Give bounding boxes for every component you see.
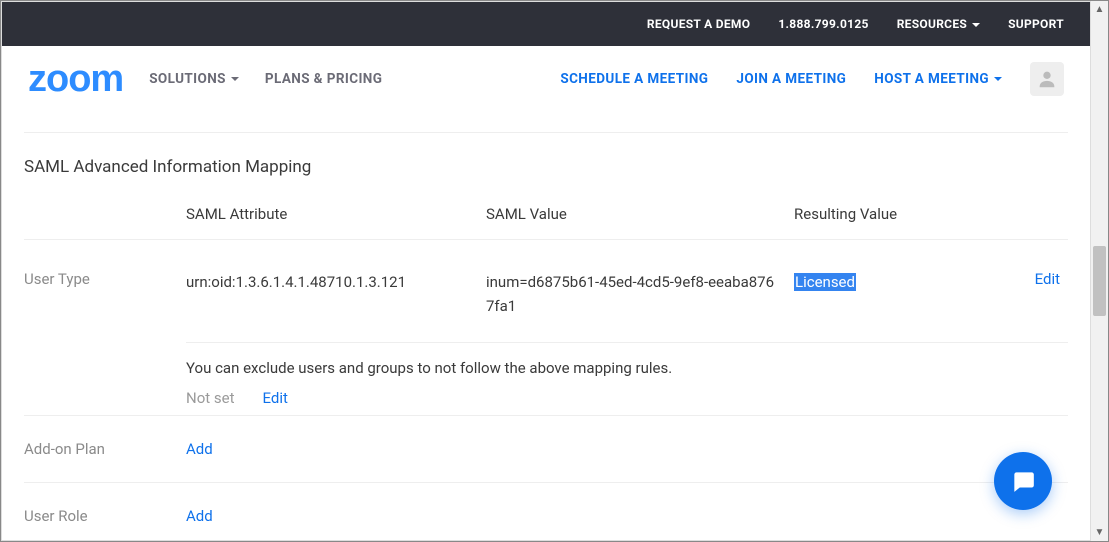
- resources-label: RESOURCES: [897, 17, 967, 31]
- saml-attribute-value: urn:oid:1.3.6.1.4.1.48710.1.3.121: [186, 270, 486, 294]
- scroll-up-arrow-icon[interactable]: ▲: [1091, 1, 1108, 18]
- row-user-type: User Type urn:oid:1.3.6.1.4.1.48710.1.3.…: [24, 240, 1068, 415]
- avatar[interactable]: [1030, 62, 1064, 96]
- edit-user-type-link[interactable]: Edit: [1035, 270, 1068, 288]
- add-addon-plan-link[interactable]: Add: [186, 440, 213, 458]
- plans-pricing-link[interactable]: PLANS & PRICING: [265, 71, 382, 87]
- chevron-down-icon: [231, 77, 239, 81]
- chat-bubble-icon: [1010, 468, 1036, 494]
- row-label-user-type: User Type: [24, 270, 186, 415]
- exclusion-row: Not set Edit: [186, 389, 1068, 407]
- phone-number[interactable]: 1.888.799.0125: [778, 17, 868, 31]
- scrollbar-track[interactable]: [1091, 18, 1108, 524]
- support-link[interactable]: SUPPORT: [1008, 17, 1064, 31]
- host-meeting-menu[interactable]: HOST A MEETING: [874, 71, 1002, 87]
- chevron-down-icon: [972, 23, 980, 27]
- join-meeting-link[interactable]: JOIN A MEETING: [736, 71, 846, 87]
- row-body: urn:oid:1.3.6.1.4.1.48710.1.3.121 inum=d…: [186, 270, 1068, 415]
- chat-fab-button[interactable]: [994, 452, 1052, 510]
- request-demo-link[interactable]: REQUEST A DEMO: [647, 17, 750, 31]
- schedule-meeting-link[interactable]: SCHEDULE A MEETING: [560, 71, 708, 87]
- scroll-down-arrow-icon[interactable]: ▼: [1091, 524, 1108, 541]
- header-saml-attribute: SAML Attribute: [186, 205, 486, 223]
- header-resulting-value: Resulting Value: [794, 205, 1068, 223]
- table-headers: SAML Attribute SAML Value Resulting Valu…: [24, 205, 1068, 240]
- chevron-down-icon: [994, 77, 1002, 81]
- scrollbar-thumb[interactable]: [1093, 246, 1106, 316]
- nav-right: SCHEDULE A MEETING JOIN A MEETING HOST A…: [560, 62, 1064, 96]
- page-viewport: REQUEST A DEMO 1.888.799.0125 RESOURCES …: [1, 1, 1091, 541]
- zoom-logo[interactable]: zoom: [28, 60, 123, 98]
- row-user-role: User Role Add: [24, 482, 1068, 525]
- resulting-value: Licensed: [794, 270, 856, 294]
- utility-topbar: REQUEST A DEMO 1.888.799.0125 RESOURCES …: [2, 2, 1090, 46]
- main-nav: zoom SOLUTIONS PLANS & PRICING SCHEDULE …: [2, 46, 1090, 112]
- row-label-user-role: User Role: [24, 507, 186, 525]
- divider: [24, 132, 1068, 133]
- exclusion-description: You can exclude users and groups to not …: [186, 359, 1068, 377]
- person-icon: [1036, 68, 1058, 90]
- resources-menu[interactable]: RESOURCES: [897, 17, 980, 31]
- row-addon-plan: Add-on Plan Add: [24, 415, 1068, 482]
- section-title: SAML Advanced Information Mapping: [24, 157, 1068, 177]
- exclusion-status: Not set: [186, 389, 235, 407]
- header-saml-value: SAML Value: [486, 205, 794, 223]
- content-area: SAML Advanced Information Mapping SAML A…: [2, 112, 1090, 525]
- row-label-addon-plan: Add-on Plan: [24, 440, 186, 458]
- exclusion-section: You can exclude users and groups to not …: [186, 342, 1068, 415]
- saml-value-value: inum=d6875b61-45ed-4cd5-9ef8-eeaba8767fa…: [486, 270, 794, 318]
- solutions-label: SOLUTIONS: [149, 71, 226, 87]
- resulting-value-licensed: Licensed: [794, 273, 856, 291]
- solutions-menu[interactable]: SOLUTIONS: [149, 71, 239, 87]
- host-meeting-label: HOST A MEETING: [874, 71, 989, 87]
- vertical-scrollbar[interactable]: ▲ ▼: [1091, 1, 1108, 541]
- exclusion-edit-link[interactable]: Edit: [263, 389, 288, 407]
- row-data: urn:oid:1.3.6.1.4.1.48710.1.3.121 inum=d…: [186, 270, 1068, 318]
- add-user-role-link[interactable]: Add: [186, 507, 213, 525]
